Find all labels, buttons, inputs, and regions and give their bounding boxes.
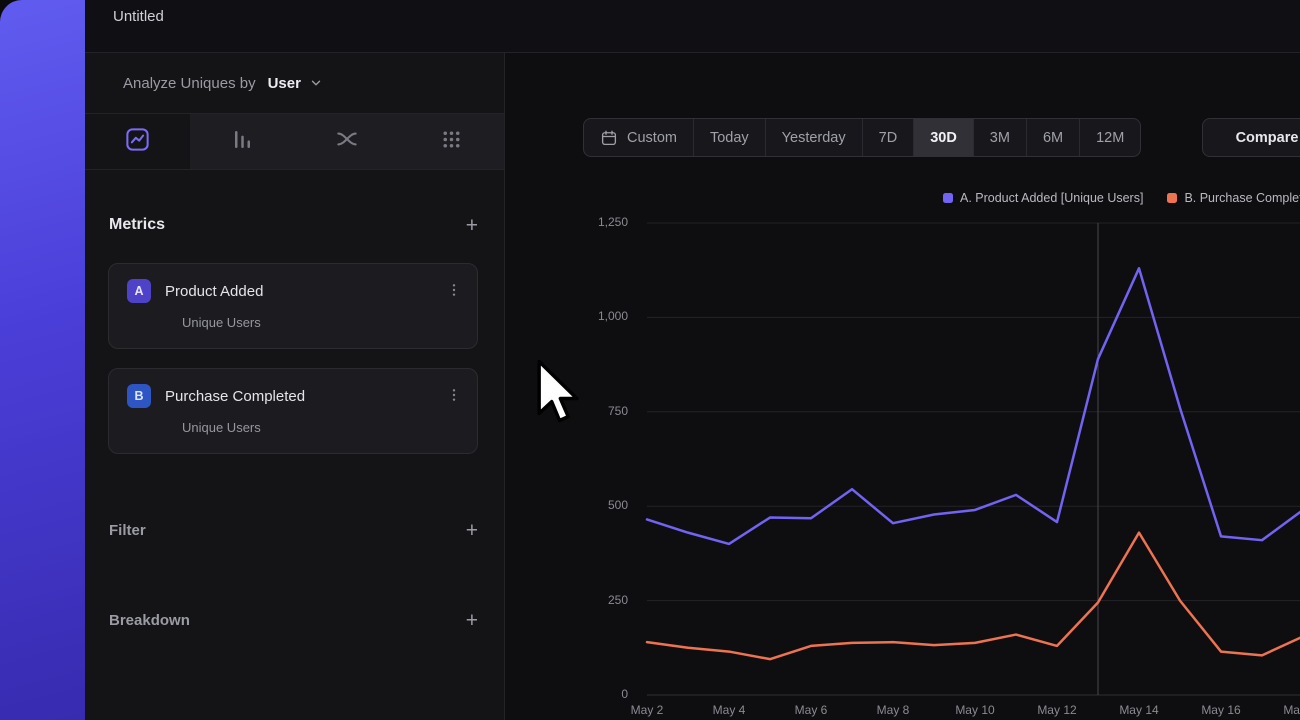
- metric-measurement[interactable]: Unique Users: [182, 315, 461, 330]
- report-type-tabs: [85, 113, 504, 170]
- content: Analyze Uniques by User: [85, 53, 1300, 720]
- x-tick-label: May 2: [613, 703, 681, 717]
- series-badge-b: B: [127, 384, 151, 408]
- line-chart-icon: [124, 126, 151, 158]
- breakdown-title: Breakdown: [109, 612, 190, 629]
- x-tick-label: May 14: [1105, 703, 1173, 717]
- tab-flows[interactable]: [295, 114, 400, 169]
- x-axis-labels: May 2 May 4 May 6 May 8 May 10 May 12 May 14 Ma…: [505, 53, 1300, 720]
- query-builder-sidebar: Analyze Uniques by User: [85, 53, 505, 720]
- metric-card-b[interactable]: B Purchase Completed Unique Users: [108, 368, 478, 454]
- x-tick-label: May 6: [777, 703, 845, 717]
- report-title[interactable]: Untitled: [85, 0, 1300, 53]
- add-metric-button[interactable]: +: [466, 215, 478, 236]
- metrics-section-header: Metrics +: [109, 210, 478, 240]
- chevron-down-icon: [309, 76, 323, 90]
- app-window: Untitled Analyze Uniques by User: [0, 0, 1300, 720]
- analyze-by-label: Analyze Uniques by: [123, 75, 256, 92]
- analyze-by-value[interactable]: User: [268, 75, 301, 92]
- series-badge-a: A: [127, 279, 151, 303]
- metric-name[interactable]: Purchase Completed: [165, 388, 305, 405]
- filter-title: Filter: [109, 522, 146, 539]
- kebab-menu-icon[interactable]: [446, 282, 462, 303]
- metrics-title: Metrics: [109, 216, 165, 234]
- x-tick-label: May 12: [1023, 703, 1091, 717]
- metric-name[interactable]: Product Added: [165, 283, 263, 300]
- x-tick-label: May 4: [695, 703, 763, 717]
- flows-icon: [334, 126, 360, 157]
- metric-card-a[interactable]: A Product Added Unique Users: [108, 263, 478, 349]
- x-tick-label: May 8: [859, 703, 927, 717]
- tab-retention[interactable]: [399, 114, 504, 169]
- breakdown-section-header: Breakdown +: [85, 608, 504, 632]
- chart-panel: Custom Today Yesterday 7D 30D 3M 6M 12M …: [505, 53, 1300, 720]
- dot-grid-icon: [439, 127, 464, 157]
- add-breakdown-button[interactable]: +: [466, 610, 478, 631]
- x-tick-label: May 10: [941, 703, 1009, 717]
- bar-chart-icon: [230, 127, 255, 157]
- filter-section-header: Filter +: [85, 518, 504, 542]
- analyze-by-control[interactable]: Analyze Uniques by User: [85, 53, 504, 113]
- background-gradient-strip: [0, 0, 85, 720]
- kebab-menu-icon[interactable]: [446, 387, 462, 408]
- x-tick-label: May 16: [1187, 703, 1255, 717]
- analytics-app: Untitled Analyze Uniques by User: [85, 0, 1300, 720]
- tab-insights[interactable]: [85, 114, 190, 169]
- metric-measurement[interactable]: Unique Users: [182, 420, 461, 435]
- x-tick-label: May 18: [1269, 703, 1300, 717]
- add-filter-button[interactable]: +: [466, 520, 478, 541]
- tab-funnels[interactable]: [190, 114, 295, 169]
